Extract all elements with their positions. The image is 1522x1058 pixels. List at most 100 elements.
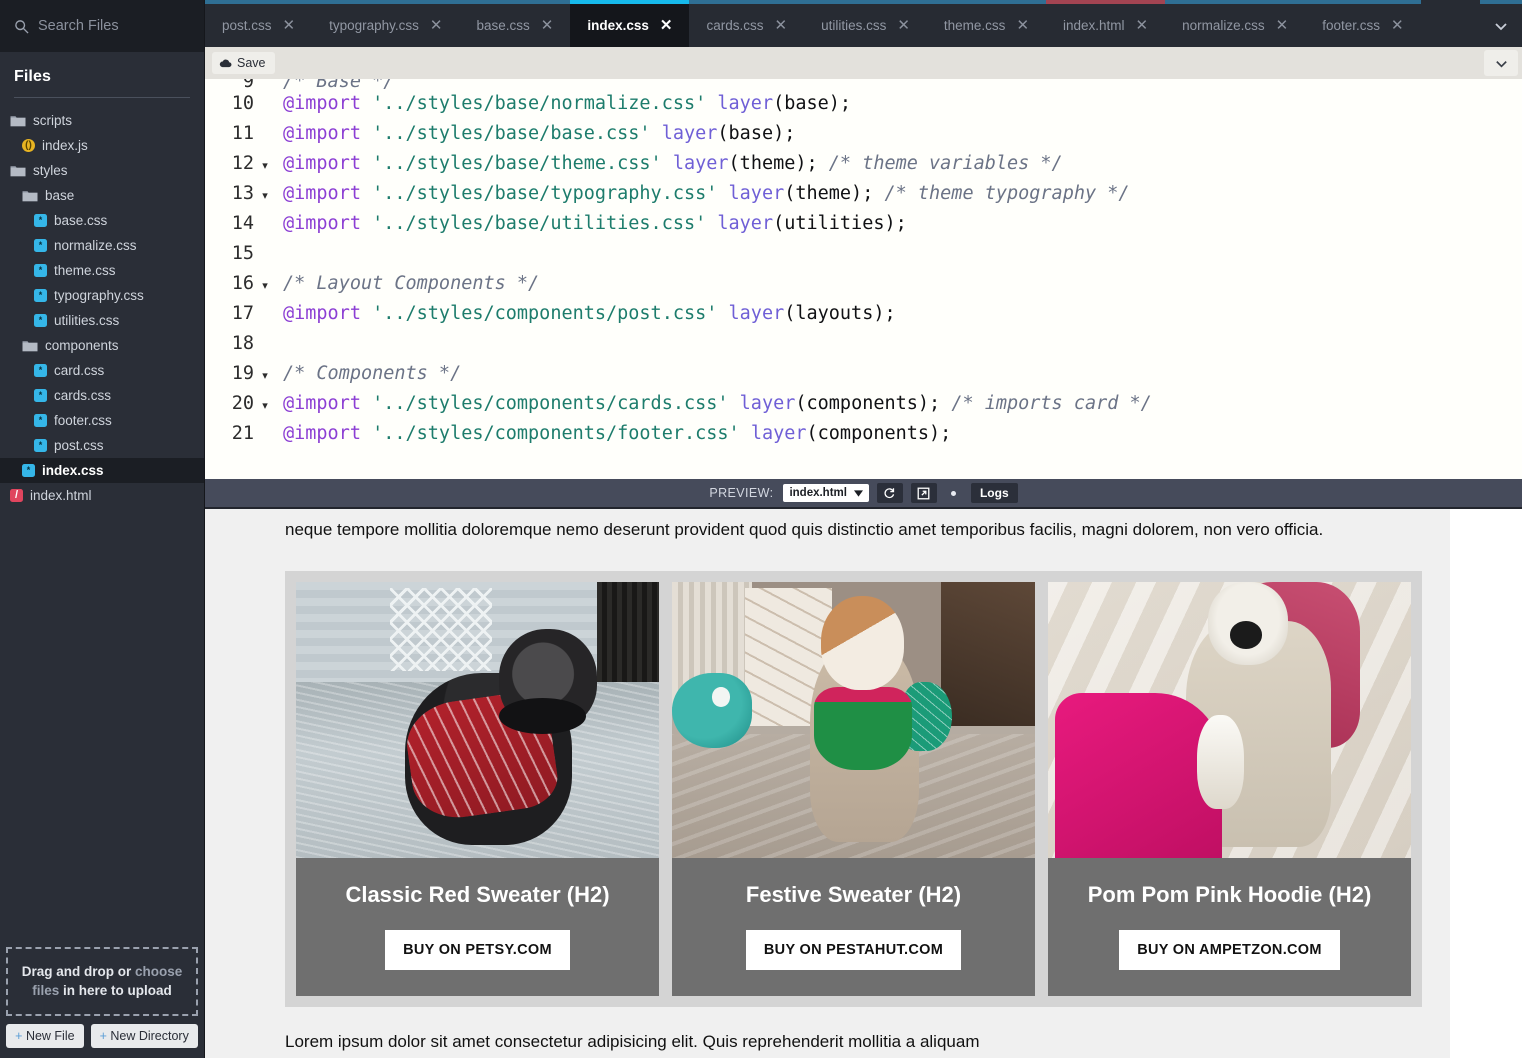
code-token-layer: layer [717,213,773,234]
code-token-punct: (theme); [729,153,818,174]
editor-tab-index-css[interactable]: index.css✕ [570,0,689,47]
preview-file-select[interactable]: index.html [783,484,869,502]
product-buy-button[interactable]: BUY ON AMPETZON.COM [1119,930,1340,970]
search-input[interactable] [38,18,190,34]
close-icon[interactable]: ✕ [1136,18,1149,33]
code-line: 21@import '../styles/components/footer.c… [205,423,1522,453]
file-tree-item-label: normalize.css [54,238,137,253]
file-tree-item-post-css[interactable]: *post.css [0,433,204,458]
file-tree-item-utilities-css[interactable]: *utilities.css [0,308,204,333]
file-tree-item-label: theme.css [54,263,116,278]
file-upload-dropzone[interactable]: Drag and drop or choose files in here to… [6,947,198,1016]
code-editor[interactable]: 9/* Base */10@import '../styles/base/nor… [205,79,1522,479]
preview-label: PREVIEW: [709,486,773,500]
close-icon[interactable]: ✕ [541,18,554,33]
file-tree-item-index-js[interactable]: ()index.js [0,133,204,158]
product-image [672,582,1035,858]
css-file-icon: * [34,439,47,452]
tab-overflow-button[interactable] [1480,0,1522,47]
save-label: Save [237,56,266,70]
preview-popout-button[interactable] [911,483,937,503]
code-token-at: @import [283,423,361,444]
editor-tab-cards-css[interactable]: cards.css ✕ [689,0,804,47]
file-tree-item-cards-css[interactable]: * cards.css [0,383,204,408]
file-tree: scripts()index.jsstylesbase*base.css*nor… [0,108,204,939]
new-file-button[interactable]: + New File [6,1024,83,1048]
close-icon[interactable]: ✕ [1016,18,1029,33]
file-tree-item-card-css[interactable]: *card.css [0,358,204,383]
close-icon[interactable]: ✕ [897,18,910,33]
close-icon[interactable]: ✕ [430,18,443,33]
sidebar-actions: + New File + New Directory [0,1022,204,1058]
editor-tab-post-css[interactable]: post.css ✕ [205,0,312,47]
editor-tab-theme-css[interactable]: theme.css ✕ [927,0,1046,47]
product-buy-button[interactable]: BUY ON PESTAHUT.COM [746,930,961,970]
file-tree-item-label: base.css [54,213,107,228]
product-cta-wrap: BUY ON PETSY.COM [296,908,659,996]
code-token-plain [361,213,372,234]
file-tree-item-index-html[interactable]: /index.html [0,483,204,508]
code-fold-toggle[interactable]: ▾ [257,279,273,292]
file-sidebar: Files scripts()index.jsstylesbase*base.c… [0,0,205,1058]
code-text: @import '../styles/base/typography.css' … [273,183,1130,204]
code-line: 9/* Base */ [205,79,1522,93]
editor-tab-label: cards.css [706,18,763,33]
save-button[interactable]: Save [212,52,275,74]
preview-reload-button[interactable] [877,483,903,503]
close-icon[interactable]: ✕ [1391,18,1404,33]
file-tree-item-base-css[interactable]: *base.css [0,208,204,233]
editor-tab-typography-css[interactable]: typography.css✕ [312,0,459,47]
code-text: /* Base */ [273,79,394,92]
editor-tab-label: theme.css [944,18,1006,33]
code-token-layer: layer [729,303,785,324]
savebar-overflow-button[interactable] [1484,50,1518,76]
file-tree-item-label: typography.css [54,288,144,303]
close-icon[interactable]: ✕ [774,18,787,33]
product-image [296,582,659,858]
file-tree-item-components[interactable]: components [0,333,204,358]
file-tree-item-label: card.css [54,363,104,378]
editor-tab-normalize-css[interactable]: normalize.css✕ [1165,0,1305,47]
code-line: 11@import '../styles/base/base.css' laye… [205,123,1522,153]
css-file-icon: * [34,264,47,277]
editor-tab-base-css[interactable]: base.css✕ [459,0,570,47]
file-tree-item-theme-css[interactable]: * theme.css [0,258,204,283]
new-directory-button[interactable]: + New Directory [91,1024,198,1048]
code-token-at: @import [283,393,361,414]
code-token-str: '../styles/base/typography.css' [372,183,717,204]
code-fold-toggle[interactable]: ▾ [257,159,273,172]
preview-pane: neque tempore mollitia doloremque nemo d… [205,509,1522,1058]
file-tree-item-label: scripts [33,113,72,128]
preview-logs-button[interactable]: Logs [971,483,1018,503]
code-fold-toggle[interactable]: ▾ [257,369,273,382]
file-tree-item-normalize-css[interactable]: *normalize.css [0,233,204,258]
code-fold-toggle[interactable]: ▾ [257,189,273,202]
close-icon[interactable]: ✕ [283,18,296,33]
file-tree-item-scripts[interactable]: scripts [0,108,204,133]
file-tree-item-footer-css[interactable]: *footer.css [0,408,204,433]
editor-tab-index-html[interactable]: index.html ✕ [1046,0,1165,47]
code-text: /* Components */ [273,363,461,384]
editor-tab-utilities-css[interactable]: utilities.css ✕ [804,0,927,47]
code-fold-toggle[interactable]: ▾ [257,399,273,412]
file-tree-item-base[interactable]: base [0,183,204,208]
css-file-icon: * [34,389,47,402]
editor-tab-label: index.html [1063,18,1125,33]
file-tree-item-label: cards.css [54,388,111,403]
close-icon[interactable]: ✕ [1276,18,1289,33]
code-line: 18 [205,333,1522,363]
code-text: @import '../styles/components/footer.css… [273,423,951,444]
file-tree-item-styles[interactable]: styles [0,158,204,183]
editor-tab-footer-css[interactable]: footer.css✕ [1305,0,1420,47]
file-tree-item-typography-css[interactable]: *typography.css [0,283,204,308]
search-bar[interactable] [0,0,204,52]
code-text: @import '../styles/components/cards.css'… [273,393,1152,414]
close-icon[interactable]: ✕ [660,18,673,33]
editor-tab-label: utilities.css [821,18,886,33]
product-buy-button[interactable]: BUY ON PETSY.COM [385,930,570,970]
code-text: /* Layout Components */ [273,273,539,294]
editor-tab-label: post.css [222,18,272,33]
code-token-at: @import [283,153,361,174]
file-tree-item-index-css[interactable]: *index.css [0,458,204,483]
preview-page: neque tempore mollitia doloremque nemo d… [205,509,1450,1058]
